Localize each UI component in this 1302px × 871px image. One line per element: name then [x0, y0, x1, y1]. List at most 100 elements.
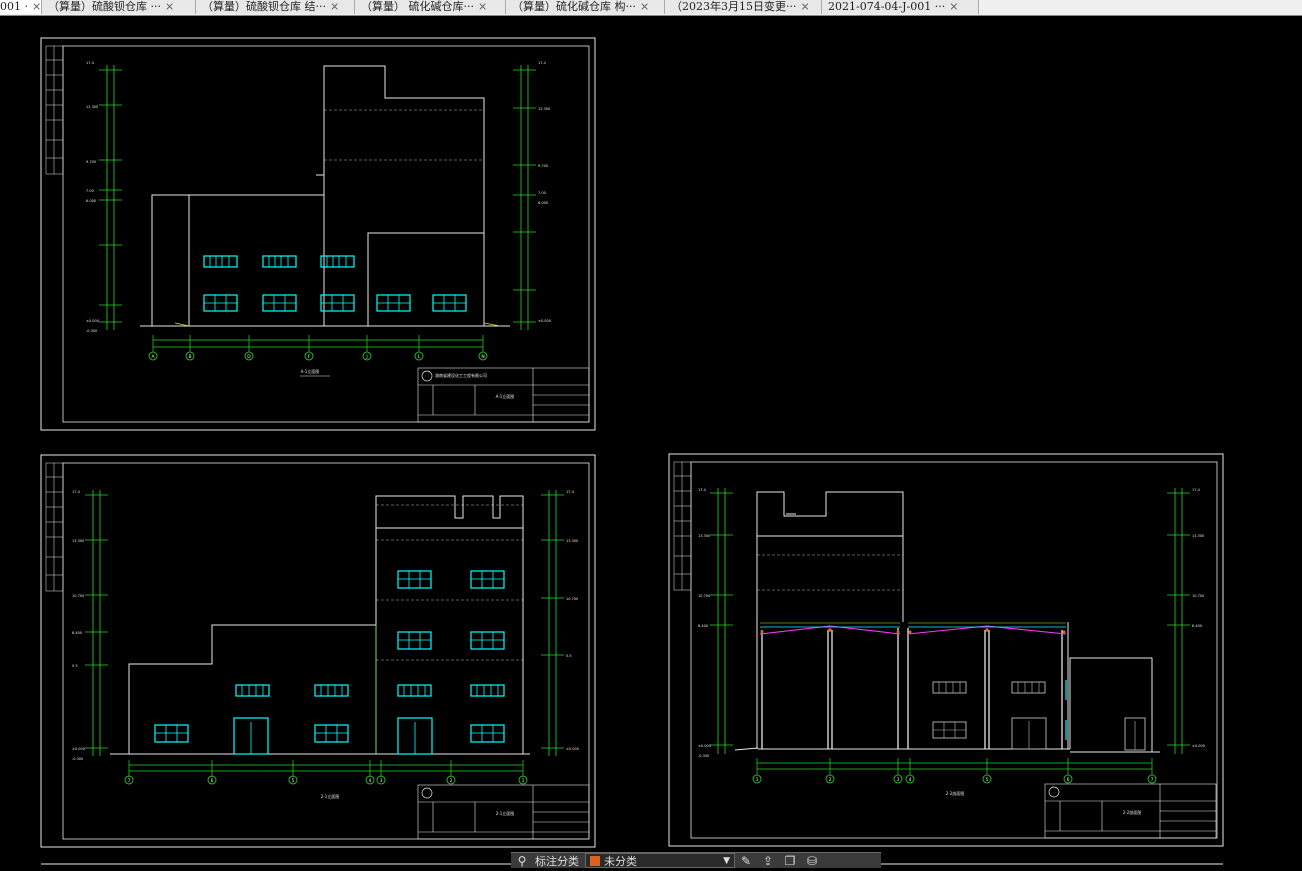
tab-label: （算量）硫酸钡仓库 结···	[202, 0, 326, 13]
annotation-category-label: 标注分类	[535, 854, 579, 868]
drawing-title: A-1立面图	[301, 368, 320, 374]
company-name: 湖南省建设化工工程有限公司	[435, 372, 487, 378]
tab-4[interactable]: （算量） 硫化碱仓库··· ×	[355, 0, 506, 14]
tab-label: （算量） 硫化碱仓库···	[361, 0, 474, 13]
axis-label: D	[247, 354, 251, 360]
close-icon[interactable]: ×	[640, 0, 649, 14]
svg-text:±0.000: ±0.000	[72, 747, 85, 751]
axis-label: 4	[369, 778, 372, 784]
svg-text:17.4: 17.4	[1192, 488, 1201, 492]
svg-text:8.400: 8.400	[698, 624, 708, 628]
axis-label: 6	[211, 778, 214, 784]
database-icon[interactable]: ⛁	[801, 854, 823, 868]
tab-label: （算量）硫酸钡仓库 ···	[48, 0, 161, 13]
document-tab-bar: 001 · × （算量）硫酸钡仓库 ··· × （算量）硫酸钡仓库 结··· × （算…	[0, 0, 1302, 16]
share-icon[interactable]: ⇪	[757, 854, 779, 868]
svg-text:13.300: 13.300	[698, 534, 710, 538]
axis-label: L	[418, 354, 421, 360]
svg-text:12.300: 12.300	[538, 107, 550, 111]
axis-label: 6	[1067, 777, 1070, 783]
tab-label: 001 ·	[0, 0, 28, 13]
axis-label: 5	[292, 778, 295, 784]
svg-text:-0.300: -0.300	[698, 754, 709, 758]
tab-3[interactable]: （算量）硫酸钡仓库 结··· ×	[196, 0, 355, 14]
tab-label: （算量）硫化碱仓库 构···	[512, 0, 636, 13]
selected-category: 未分类	[604, 854, 637, 868]
tab-6[interactable]: （2023年3月15日变更··· ×	[665, 0, 822, 14]
drawing-svg[interactable]: 17.4 12.300 9.700 7.00 6.000 ±0.000 -0.300 1…	[0, 16, 1302, 867]
svg-text:17.4: 17.4	[566, 490, 575, 494]
svg-text:6.000: 6.000	[538, 201, 548, 205]
svg-text:5.5: 5.5	[566, 654, 572, 658]
pen-icon[interactable]: ✎	[735, 854, 757, 868]
annotation-toolbar: ⚲ 标注分类 未分类 ▼ ✎ ⇪ ❐ ⛁	[511, 852, 881, 868]
block-title: 2-2剖面图	[1123, 809, 1142, 815]
svg-text:9.700: 9.700	[86, 160, 96, 164]
svg-text:10.700: 10.700	[698, 594, 710, 598]
axis-label: 5	[986, 777, 989, 783]
axis-label: 1	[522, 778, 525, 784]
svg-text:6.000: 6.000	[86, 199, 96, 203]
axis-label: 2	[450, 778, 453, 784]
close-icon[interactable]: ×	[478, 0, 487, 14]
svg-text:17.4: 17.4	[698, 488, 707, 492]
tab-label: 2021-074-04-J-001 ···	[828, 0, 946, 13]
svg-text:10.700: 10.700	[72, 594, 84, 598]
svg-text:±0.000: ±0.000	[1192, 744, 1205, 748]
annotation-icon[interactable]: ⚲	[511, 854, 533, 868]
sheet-2-2-section[interactable]: 17.4 13.300 10.700 8.400 ±0.000 -0.300 17.4 1…	[668, 453, 1224, 847]
svg-text:8.400: 8.400	[1192, 624, 1202, 628]
svg-text:17.4: 17.4	[538, 61, 547, 65]
drawing-title: 2-2剖面图	[946, 790, 965, 796]
svg-text:±0.000: ±0.000	[566, 747, 579, 751]
tab-2[interactable]: （算量）硫酸钡仓库 ··· ×	[42, 0, 196, 14]
color-swatch	[590, 855, 600, 866]
svg-text:10.700: 10.700	[1192, 594, 1204, 598]
tab-1[interactable]: 001 · ×	[0, 0, 42, 14]
close-icon[interactable]: ×	[949, 0, 958, 14]
svg-text:9.700: 9.700	[538, 164, 548, 168]
svg-text:17.4: 17.4	[86, 61, 95, 65]
chevron-down-icon: ▼	[723, 855, 730, 866]
sheet-2-1-elevation[interactable]: 17.4 13.300 10.700 8.400 5.5 ±0.000 -0.300 1…	[40, 454, 596, 848]
annotation-category-select[interactable]: 未分类 ▼	[585, 853, 735, 868]
svg-text:±0.000: ±0.000	[698, 744, 711, 748]
close-icon[interactable]: ×	[165, 0, 174, 14]
axis-label: B	[188, 354, 191, 360]
drawing-canvas[interactable]: 17.4 12.300 9.700 7.00 6.000 ±0.000 -0.300 1…	[0, 16, 1302, 867]
axis-label: J	[365, 354, 367, 360]
axis-label: F	[308, 354, 311, 360]
axis-label: 7	[128, 778, 131, 784]
close-icon[interactable]: ×	[330, 0, 339, 14]
svg-text:13.300: 13.300	[72, 539, 84, 543]
svg-text:5.5: 5.5	[72, 664, 78, 668]
svg-text:-0.300: -0.300	[86, 329, 97, 333]
axis-label: 3	[380, 778, 383, 784]
svg-text:7.00: 7.00	[538, 191, 546, 195]
svg-text:10.700: 10.700	[566, 597, 578, 601]
drawing-title: 2-1立面图	[321, 793, 340, 799]
svg-text:7.00: 7.00	[86, 189, 94, 193]
axis-label: 7	[1151, 777, 1154, 783]
block-title: 2-1立面图	[496, 810, 515, 816]
svg-text:13.300: 13.300	[1192, 534, 1204, 538]
axis-label: 2	[829, 777, 832, 783]
svg-text:8.400: 8.400	[72, 631, 82, 635]
axis-label: 3	[897, 777, 900, 783]
axis-label: 4	[909, 777, 912, 783]
axis-label: 1	[756, 777, 759, 783]
svg-text:±0.000: ±0.000	[538, 319, 551, 323]
svg-text:17.4: 17.4	[72, 490, 81, 494]
axis-label: N	[481, 354, 484, 360]
close-icon[interactable]: ×	[32, 0, 41, 14]
close-icon[interactable]: ×	[800, 0, 809, 14]
sheet-a1-elevation[interactable]: 17.4 12.300 9.700 7.00 6.000 ±0.000 -0.300 1…	[40, 37, 596, 431]
tab-7[interactable]: 2021-074-04-J-001 ··· ×	[822, 0, 979, 14]
block-title: A-1立面图	[496, 393, 515, 399]
svg-text:12.300: 12.300	[86, 105, 98, 109]
svg-text:-0.300: -0.300	[72, 757, 83, 761]
svg-text:13.300: 13.300	[566, 539, 578, 543]
tab-label: （2023年3月15日变更···	[671, 0, 797, 13]
tab-5[interactable]: （算量）硫化碱仓库 构··· ×	[506, 0, 665, 14]
copy-icon[interactable]: ❐	[779, 854, 801, 868]
